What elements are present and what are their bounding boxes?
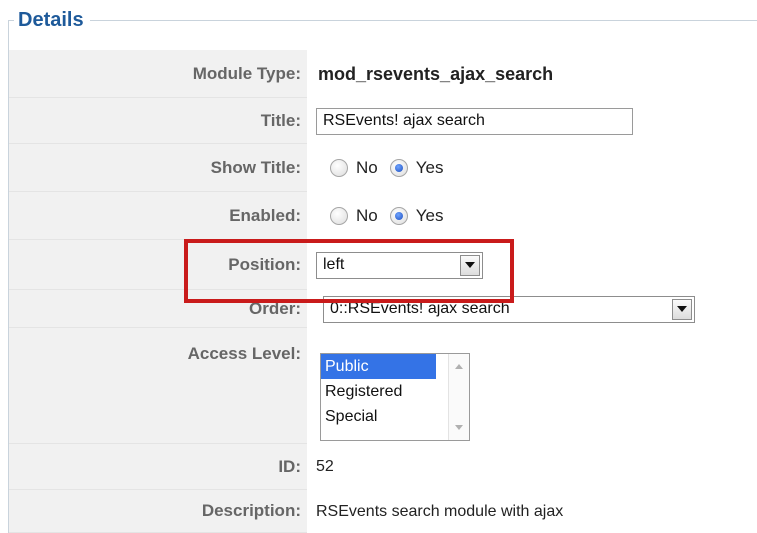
label-module-type: Module Type: <box>9 50 307 98</box>
order-select[interactable]: 0::RSEvents! ajax search <box>323 295 695 323</box>
id-value: 52 <box>316 458 334 475</box>
listbox-scrollbar[interactable] <box>448 354 469 440</box>
position-select-value: left <box>323 256 345 273</box>
label-show-title: Show Title: <box>9 144 307 192</box>
module-type-value: mod_rsevents_ajax_search <box>318 63 554 84</box>
enabled-radio-group: No Yes <box>316 206 455 226</box>
order-dropdown-button[interactable] <box>672 298 692 320</box>
fieldset-legend: Details <box>14 6 90 34</box>
row-access-level: Access Level: Public Registered Special <box>9 328 757 444</box>
label-title: Title: <box>9 98 307 144</box>
enabled-yes-radio[interactable] <box>389 207 408 225</box>
show-title-yes-label: Yes <box>415 158 444 177</box>
access-level-option-registered[interactable]: Registered <box>321 379 436 404</box>
scroll-up-icon[interactable] <box>455 364 463 369</box>
label-id: ID: <box>9 444 307 490</box>
description-value: RSEvents search module with ajax <box>316 502 564 520</box>
show-title-yes-radio[interactable] <box>389 159 408 177</box>
label-enabled: Enabled: <box>9 192 307 240</box>
enabled-yes-label: Yes <box>415 206 444 225</box>
label-access-level: Access Level: <box>9 328 307 444</box>
row-description: Description: RSEvents search module with… <box>9 490 757 533</box>
chevron-down-icon <box>465 262 475 268</box>
fieldset-border-top <box>8 20 757 21</box>
title-input[interactable] <box>316 107 633 135</box>
position-dropdown-button[interactable] <box>460 254 480 276</box>
access-level-listbox[interactable]: Public Registered Special <box>320 353 470 441</box>
row-title: Title: <box>9 98 757 144</box>
position-select[interactable]: left <box>316 251 483 279</box>
row-order: Order: 0::RSEvents! ajax search <box>9 290 757 328</box>
show-title-no-label: No <box>356 158 378 177</box>
access-level-option-public[interactable]: Public <box>321 354 436 379</box>
label-description: Description: <box>9 490 307 533</box>
row-module-type: Module Type: mod_rsevents_ajax_search <box>9 50 757 98</box>
order-select-value: 0::RSEvents! ajax search <box>330 300 510 317</box>
row-enabled: Enabled: No Yes <box>9 192 757 240</box>
row-show-title: Show Title: No Yes <box>9 144 757 192</box>
chevron-down-icon <box>677 306 687 312</box>
label-order: Order: <box>9 290 307 328</box>
enabled-no-label: No <box>356 206 378 225</box>
scroll-down-icon[interactable] <box>455 425 463 430</box>
label-position: Position: <box>9 240 307 290</box>
row-id: ID: 52 <box>9 444 757 490</box>
row-position: Position: left <box>9 240 757 290</box>
enabled-no-radio[interactable] <box>330 207 348 225</box>
access-level-option-special[interactable]: Special <box>321 404 436 429</box>
show-title-radio-group: No Yes <box>316 158 455 178</box>
show-title-no-radio[interactable] <box>330 159 348 177</box>
